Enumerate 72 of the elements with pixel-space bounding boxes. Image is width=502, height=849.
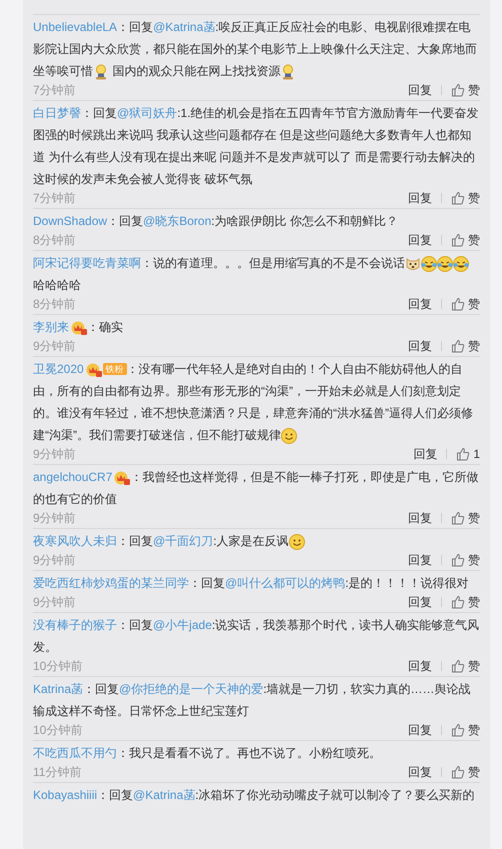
reply-link[interactable]: 回复 (408, 510, 432, 526)
thumbs-up-icon (451, 233, 465, 247)
comment-text: angelchouCR7 ：我曾经也这样觉得，但是不能一棒子打死，即使是广电，它所做的也有它的价值 (33, 468, 480, 508)
comment-text: 夜寒风吹人未归：回复@千面幻刀:人家是在反讽 (33, 530, 480, 552)
timestamp: 8分钟前 (33, 296, 77, 312)
like-button[interactable]: 赞 (451, 594, 480, 610)
reply-link[interactable]: 回复 (408, 764, 432, 780)
thumbs-up-icon (451, 511, 465, 525)
comment-text: 不吃西瓜不用勺：我只是看看不说了。再也不说了。小粉红喷死。 (33, 745, 382, 762)
like-button[interactable]: 赞 (451, 190, 480, 206)
thumbs-up-icon (456, 447, 470, 461)
like-button[interactable]: 赞 (451, 658, 480, 674)
reply-link[interactable]: 回复 (408, 232, 432, 248)
reply-link[interactable]: 回复 (408, 552, 432, 568)
timestamp: 9分钟前 (33, 446, 77, 462)
timestamp: 11分钟前 (33, 764, 82, 780)
like-button[interactable]: 赞 (451, 82, 480, 98)
reply-link[interactable]: 回复 (408, 594, 432, 610)
timestamp: 7分钟前 (33, 190, 77, 206)
timestamp: 9分钟前 (33, 552, 77, 568)
like-button[interactable]: 赞 (451, 510, 480, 526)
like-button[interactable]: 赞 (451, 764, 480, 780)
reply-link[interactable]: 回复 (408, 722, 432, 738)
laughing-tears-icon (453, 256, 469, 272)
timestamp: 10分钟前 (33, 722, 84, 738)
like-button[interactable]: 1 (456, 446, 480, 462)
comment-text: Katrina菡：回复@你拒绝的是一个天神的爱:墙就是一刀切，软实力真的……舆论战输成这样不奇怪。日常怀念上世纪宝莲灯 (33, 681, 472, 720)
thumbs-up-icon (451, 659, 465, 673)
timestamp: 7分钟前 (33, 82, 77, 98)
like-button[interactable]: 赞 (451, 552, 480, 568)
member-badge-icon (86, 362, 102, 378)
thumbs-up-icon (451, 595, 465, 609)
timestamp: 9分钟前 (33, 594, 77, 610)
like-button[interactable]: 赞 (451, 232, 480, 248)
reply-link[interactable]: 回复 (413, 446, 438, 462)
reply-link[interactable]: 回复 (408, 296, 432, 312)
timestamp: 9分钟前 (33, 338, 77, 354)
comment-text: 阿宋记得要吃青菜啊：说的有道理。。。但是用缩写真的不是不会说话 哈哈哈哈 (33, 252, 480, 296)
timestamp: 9分钟前 (33, 510, 77, 526)
comment-text: 李别来 ：确实 (33, 318, 124, 338)
lightbulb-figure-icon (93, 64, 109, 80)
comment-text: 没有棒子的猴子：回复@小牛jade:说实话，我羡慕那个时代，读书人确实能够意气风发。 (33, 617, 480, 656)
reply-link[interactable]: 回复 (408, 82, 432, 98)
laughing-tears-icon (421, 256, 437, 272)
thumbs-up-icon (451, 553, 465, 567)
thumbs-up-icon (451, 765, 465, 779)
timestamp: 10分钟前 (33, 658, 84, 674)
comment-text: 卫冕2020 铁粉 ：没有哪一代年轻人是绝对自由的！个人自由不能妨碍他人的自由，所有的自由都有边界。那些有形无形的“沟渠”，一开始未必就是人们刻意划定的。谁没有年轻过，谁不想快意潇洒？只是，肆意奔涌的“洪水猛兽”逼得人们必须修建“沟渠”。我们需要打破迷信，但不能打破规律 (33, 360, 474, 446)
comment-text: UnbelievableLA：回复@Katrina菡:唉反正真正反应社会的电影、电视剧很难摆在电影院让国内大众欣赏，都只能在国外的某个电影节上上映像什么天注定、大象席地而坐等唉可惜 国内的观众只能在网上找找资源 (33, 19, 478, 82)
comment-text: 爱吃西红柿炒鸡蛋的某兰同学：回复@叫什么都可以的烤鸭:是的！！！！说得很对 (33, 575, 470, 592)
laughing-tears-icon (437, 256, 453, 272)
reply-link[interactable]: 回复 (408, 190, 432, 206)
like-button[interactable]: 赞 (451, 338, 480, 354)
smiley-icon (281, 428, 297, 444)
reply-link[interactable]: 回复 (408, 338, 432, 354)
comment-text: 白日梦謦：回复@狱司妖舟:1.绝佳的机会是指在五四青年节官方激励青年一代要奋发图强的时候跳出来说吗 我承认这些问题都存在 但是这些问题绝大多数青年人也都知道 为什么有些人没有现在提出来呢 问题并不是发声就可以了 而是需要行动去解决的这时候的发声未免会被人觉得丧 破坏气氛 (33, 105, 480, 188)
like-button[interactable]: 赞 (451, 296, 480, 312)
comment-text: Kobayashiiii：回复@Katrina菡:冰箱坏了你光动动嘴皮子就可以制冷了？要么买新的 (33, 787, 476, 804)
dog-face-icon (405, 256, 421, 272)
thumbs-up-icon (451, 191, 465, 205)
thumbs-up-icon (451, 83, 465, 97)
comment-text: DownShadow：回复@晓东Boron:为啥跟伊朗比 你怎么不和朝鲜比？ (33, 213, 399, 230)
smiley-icon (288, 534, 305, 550)
fan-badge: 铁粉 (102, 363, 127, 375)
thumbs-up-icon (451, 297, 465, 311)
thumbs-up-icon (451, 723, 465, 737)
reply-link[interactable]: 回复 (408, 658, 432, 674)
like-button[interactable]: 赞 (451, 722, 480, 738)
thumbs-up-icon (451, 339, 465, 353)
member-badge-icon (71, 320, 87, 336)
member-badge-icon (114, 470, 130, 486)
timestamp: 8分钟前 (33, 232, 77, 248)
